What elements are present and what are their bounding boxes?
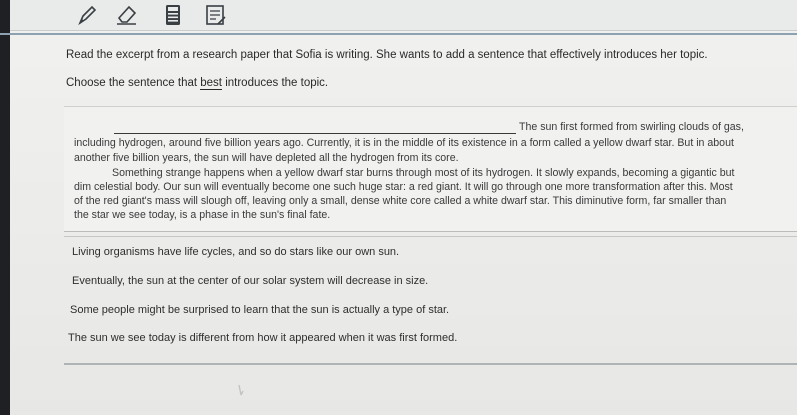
question-emphasis: best — [200, 77, 223, 90]
answer-choices: Living organisms have life cycles, and s… — [64, 236, 797, 365]
passage-line: Something strange happens when a yellow … — [112, 167, 735, 179]
instruction-text: Read the excerpt from a research paper t… — [66, 49, 708, 61]
header-divider — [0, 33, 797, 35]
passage-line: The sun first formed from swirling cloud… — [519, 121, 744, 133]
passage-line: another five billion years, the sun will… — [74, 152, 459, 164]
passage-line: of the red giant's mass will slough off,… — [74, 195, 727, 207]
answer-choice[interactable]: Some people might be surprised to learn … — [70, 299, 770, 323]
answer-choice[interactable]: Living organisms have life cycles, and s… — [72, 241, 772, 265]
toolbar — [10, 0, 797, 31]
eraser-tool-button[interactable] — [114, 2, 140, 28]
question-text: Choose the sentence that best introduces… — [66, 77, 329, 90]
calculator-tool-button[interactable] — [160, 2, 186, 28]
passage-line: including hydrogen, around five billion … — [74, 137, 734, 149]
answer-choice-label: Living organisms have life cycles, and s… — [72, 246, 400, 258]
answer-choice[interactable]: Eventually, the sun at the center of our… — [72, 270, 772, 294]
reference-sheet-tool-button[interactable] — [203, 2, 229, 28]
answer-choice[interactable]: The sun we see today is different from h… — [68, 327, 768, 351]
pencil-icon — [78, 5, 97, 26]
assessment-screen: Read the excerpt from a research paper t… — [0, 0, 797, 415]
passage-line: the star we see today, is a phase in the… — [74, 209, 331, 221]
mouse-cursor-icon — [238, 384, 244, 396]
answer-choice-label: Eventually, the sun at the center of our… — [72, 275, 429, 287]
question-text-end: introduces the topic. — [222, 77, 329, 89]
pencil-tool-button[interactable] — [74, 2, 100, 28]
answer-blank — [114, 133, 516, 134]
answer-choice-label: Some people might be surprised to learn … — [70, 304, 450, 316]
reference-sheet-icon — [206, 5, 226, 25]
calculator-icon — [166, 5, 180, 25]
excerpt-passage: The sun first formed from swirling cloud… — [64, 106, 797, 232]
answer-choice-label: The sun we see today is different from h… — [68, 332, 458, 344]
question-text-start: Choose the sentence that — [66, 77, 201, 89]
eraser-icon — [117, 5, 137, 25]
passage-line: dim celestial body. Our sun will eventua… — [74, 181, 733, 193]
